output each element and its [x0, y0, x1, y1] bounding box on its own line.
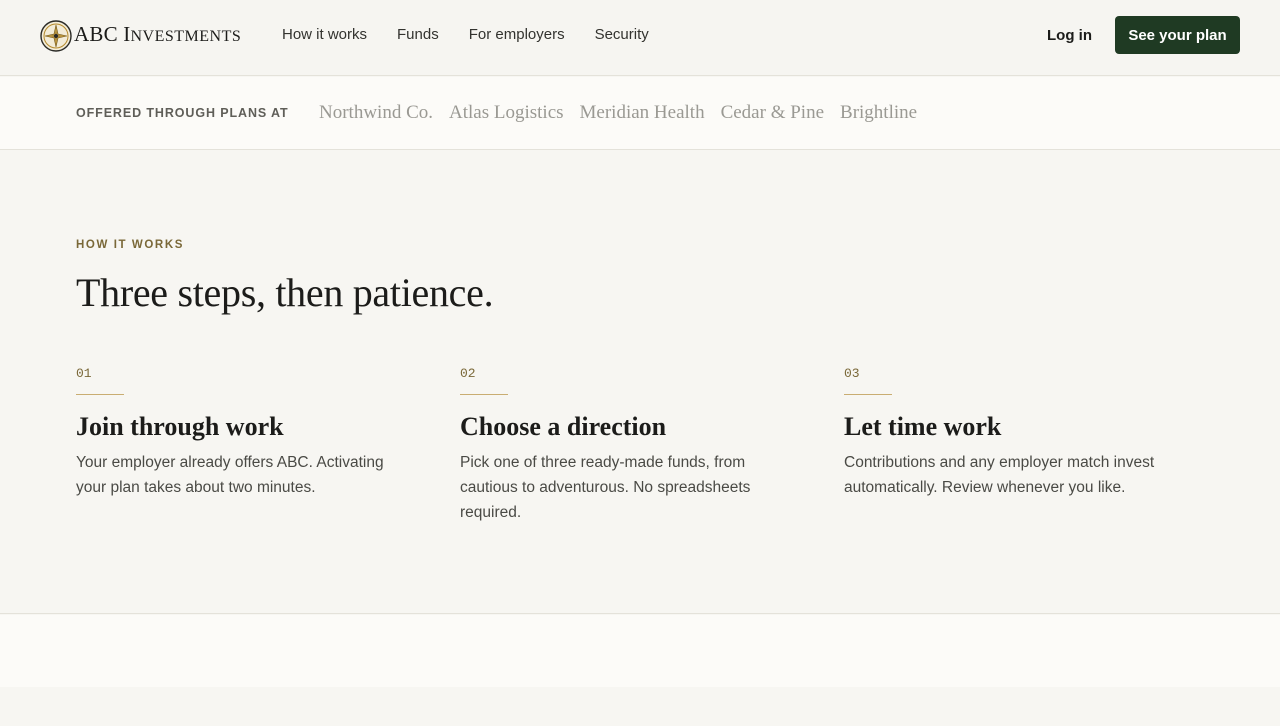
brand-logo[interactable]: ABC INVESTMENTS [40, 18, 241, 53]
step-description: Contributions and any employer match inv… [844, 454, 1155, 496]
section-eyebrow: HOW IT WORKS [76, 239, 184, 251]
how-it-works-section: HOW IT WORKS Three steps, then patience.… [0, 150, 1280, 614]
nav-for-employers[interactable]: For employers [469, 24, 565, 46]
login-link[interactable]: Log in [1047, 25, 1092, 47]
compass-seal-icon [40, 19, 72, 52]
step-card-3: 03 Let time work Contributions and any e… [844, 366, 1184, 500]
step-card-1: 01 Join through work Your employer alrea… [76, 366, 416, 500]
employer-name: Northwind Co. [319, 102, 433, 123]
step-number: 03 [844, 366, 860, 381]
main-nav: How it works Funds For employers Securit… [282, 24, 649, 46]
step-number: 01 [76, 366, 92, 381]
brand-wordmark: ABC INVESTMENTS [74, 22, 242, 46]
step-card-2: 02 Choose a direction Pick one of three … [460, 366, 800, 525]
nav-how-it-works[interactable]: How it works [282, 24, 367, 46]
step-description: Your employer already offers ABC. Activa… [76, 454, 384, 496]
section-headline: Three steps, then patience. [76, 270, 494, 315]
employer-name: Atlas Logistics [449, 102, 564, 123]
step-divider [460, 394, 508, 395]
employer-strip-label: OFFERED THROUGH PLANS AT [76, 106, 289, 120]
step-description: Pick one of three ready-made funds, from… [460, 454, 751, 521]
step-title: Join through work [76, 412, 284, 441]
step-divider [76, 394, 124, 395]
page-background [0, 687, 1280, 726]
nav-funds[interactable]: Funds [397, 24, 439, 46]
employer-name: Cedar & Pine [720, 102, 825, 123]
nav-security[interactable]: Security [595, 24, 649, 46]
see-your-plan-button[interactable]: See your plan [1115, 16, 1240, 54]
next-section-band [0, 615, 1280, 687]
employer-name: Meridian Health [579, 102, 705, 123]
employer-list: Northwind Co. Atlas Logistics Meridian H… [319, 101, 917, 125]
step-number: 02 [460, 366, 476, 381]
employer-strip: OFFERED THROUGH PLANS AT Northwind Co. A… [0, 77, 1280, 150]
site-header: ABC INVESTMENTS How it works Funds For e… [0, 0, 1280, 76]
step-title: Choose a direction [460, 412, 667, 441]
step-divider [844, 394, 892, 395]
employer-name: Brightline [840, 102, 918, 123]
step-title: Let time work [844, 412, 1002, 441]
